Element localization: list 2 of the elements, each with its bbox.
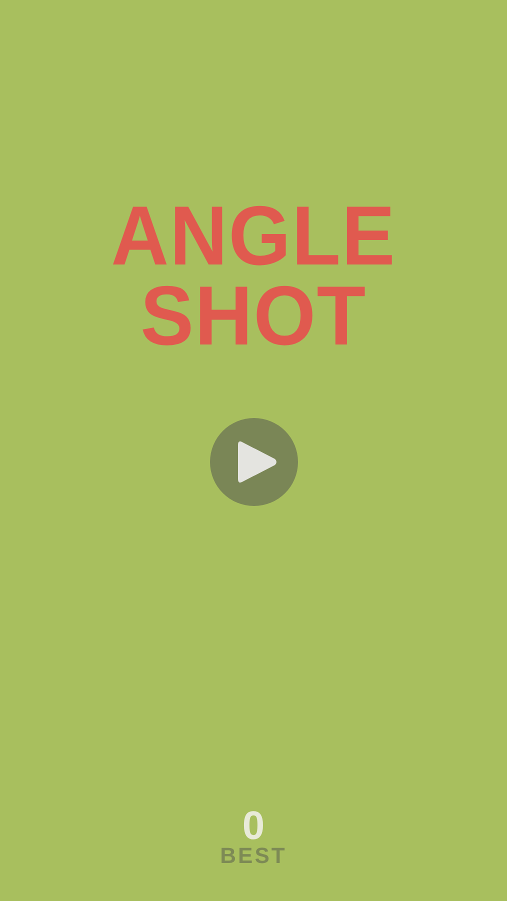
play-icon: [238, 439, 278, 485]
best-score: 0: [242, 807, 265, 845]
